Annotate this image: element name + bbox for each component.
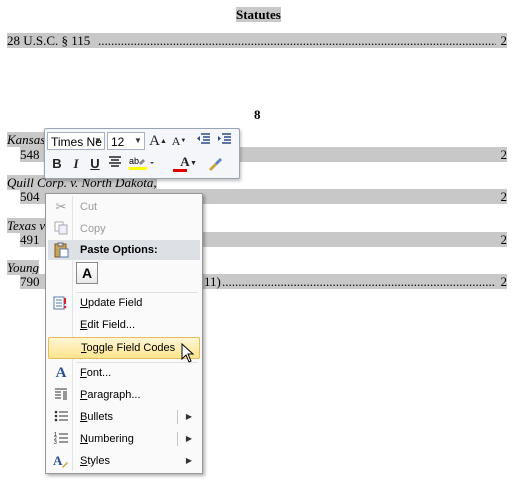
menu-item-label: Paragraph... (80, 389, 141, 401)
section-number: 8 (254, 107, 261, 122)
format-painter-icon (209, 158, 222, 171)
case-name: Texas v (7, 218, 46, 233)
format-painter-button[interactable] (206, 155, 224, 173)
highlighter-icon: ab (129, 156, 154, 170)
grow-font-icon: A (149, 133, 160, 149)
menu-item-label: Bullets (80, 411, 114, 423)
decrease-indent-button[interactable] (194, 132, 212, 150)
bold-button[interactable]: B (48, 155, 66, 173)
menu-item-edit-field[interactable]: Edit Field... (48, 315, 200, 335)
menu-item-copy[interactable]: Copy (48, 219, 200, 239)
split-divider (177, 432, 178, 446)
menu-item-font[interactable]: A Font... (48, 363, 200, 383)
case-cite-tail: 11) (204, 274, 221, 289)
font-color-icon: A (180, 154, 190, 169)
underline-button[interactable]: U (86, 155, 104, 173)
shrink-font-button[interactable]: A▼ (170, 132, 188, 150)
chevron-down-icon[interactable]: ▼ (132, 133, 144, 149)
italic-button[interactable]: I (67, 155, 85, 173)
paragraph-icon (53, 387, 69, 403)
case-cite: 548 (20, 147, 40, 162)
menu-item-label: Cut (80, 201, 98, 213)
case-page: 2 (500, 274, 508, 289)
update-field-icon (53, 295, 69, 311)
case-name: Young (7, 260, 40, 275)
submenu-arrow-icon[interactable]: ▶ (186, 451, 192, 471)
svg-text:ab: ab (129, 156, 139, 166)
menu-item-paragraph[interactable]: Paragraph... (48, 385, 200, 405)
menu-item-label: Toggle Field Codes (81, 342, 176, 354)
grow-font-button[interactable]: A▲ (149, 132, 167, 150)
svg-text:A: A (53, 453, 63, 468)
decrease-indent-icon (197, 133, 210, 144)
statutes-heading: Statutes (236, 7, 281, 22)
styles-icon: A (53, 453, 69, 469)
menu-item-label: Styles (80, 455, 110, 467)
menu-item-numbering[interactable]: 123 Numbering ▶ (48, 429, 200, 449)
align-center-icon (109, 156, 121, 167)
menu-item-toggle-field-codes[interactable]: Toggle Field Codes (48, 337, 200, 359)
font-color-button[interactable]: A ▼ (171, 154, 199, 173)
case-cite: 790 (20, 274, 40, 289)
paste-keep-text-button[interactable]: A (76, 262, 98, 284)
case-cite: 504 (20, 189, 40, 204)
statute-entry: 28 U.S.C. § 115 (7, 33, 91, 48)
case-leader: ........................................… (222, 274, 496, 289)
menu-item-update-field[interactable]: Update Field (48, 293, 200, 313)
submenu-arrow-icon[interactable]: ▶ (186, 407, 192, 427)
split-divider (177, 410, 178, 424)
numbering-icon: 123 (53, 431, 69, 447)
statute-page: 2 (500, 33, 508, 48)
highlight-button[interactable]: ab (127, 155, 157, 173)
case-name: Kansas (7, 132, 46, 147)
font-size-combo[interactable]: 12 ▼ (107, 132, 145, 150)
svg-text:3: 3 (54, 440, 57, 445)
center-button[interactable] (106, 155, 124, 173)
font-name-combo[interactable]: Times Ne ▼ (47, 132, 105, 150)
increase-indent-button[interactable] (215, 132, 233, 150)
menu-item-label: Update Field (80, 297, 143, 309)
menu-item-label: Font... (80, 367, 112, 379)
mouse-pointer-icon (181, 343, 195, 363)
context-menu: ✂ Cut Copy Paste Options: A Update Field… (45, 193, 203, 474)
case-page: 2 (500, 232, 508, 247)
submenu-arrow-icon[interactable]: ▶ (186, 429, 192, 449)
menu-item-cut[interactable]: ✂ Cut (48, 197, 200, 217)
bullets-icon (53, 409, 69, 425)
mini-toolbar: Times Ne ▼ 12 ▼ A▲ A▼ B I U ab A ▼ (44, 128, 240, 179)
chevron-down-icon[interactable]: ▼ (92, 133, 104, 149)
case-page: 2 (500, 147, 508, 162)
menu-item-label: Numbering (80, 433, 134, 445)
copy-icon (53, 221, 69, 237)
clipboard-icon (53, 242, 69, 265)
case-page: 2 (500, 189, 508, 204)
scissors-icon: ✂ (55, 199, 67, 214)
menu-item-label: Copy (80, 223, 106, 235)
paste-options-header: Paste Options: (48, 240, 200, 260)
menu-section-label: Paste Options: (80, 244, 158, 256)
menu-item-styles[interactable]: A Styles ▶ (48, 451, 200, 471)
statute-leader: ........................................… (98, 33, 496, 48)
increase-indent-icon (218, 133, 231, 144)
menu-item-bullets[interactable]: Bullets ▶ (48, 407, 200, 427)
menu-item-label: Edit Field... (80, 319, 136, 331)
font-icon: A (55, 365, 67, 381)
keep-text-only-icon: A (81, 265, 93, 281)
case-cite: 491 (20, 232, 40, 247)
font-size-value: 12 (111, 135, 125, 149)
